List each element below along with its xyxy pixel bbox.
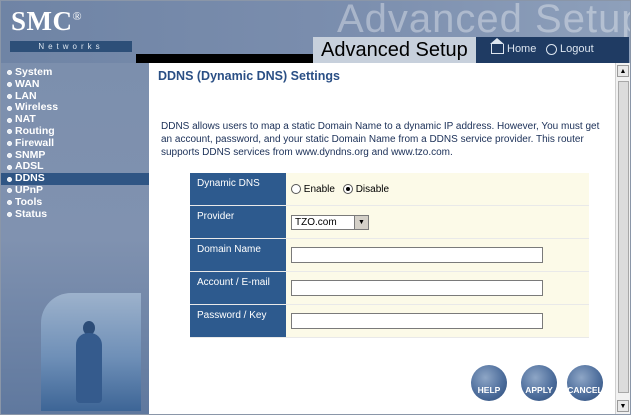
form-value: Enable Disable <box>286 173 589 205</box>
logout-label: Logout <box>560 43 594 55</box>
sidebar: System WAN LAN Wireless NAT Routing Fire… <box>1 63 149 414</box>
form-label: Account / E-mail <box>190 272 286 304</box>
domain-name-input[interactable] <box>291 247 543 263</box>
sidebar-item-label: Routing <box>15 124 55 137</box>
enable-option[interactable]: Enable <box>291 184 335 195</box>
form-row-domain: Domain Name <box>190 239 589 272</box>
disable-option[interactable]: Disable <box>342 183 390 195</box>
ddns-form: Dynamic DNS Enable Disable Provider TZO.… <box>190 173 589 338</box>
bullet-icon <box>7 152 12 158</box>
smc-logo: SMC® <box>11 6 82 37</box>
sidebar-item-routing[interactable]: Routing <box>1 124 149 138</box>
bullet-icon <box>7 176 12 182</box>
help-button[interactable]: HELP <box>471 365 507 401</box>
networks-label: Networks <box>10 41 132 52</box>
form-label: Provider <box>190 206 286 238</box>
scroll-thumb[interactable] <box>618 81 629 393</box>
logo-text: SMC <box>11 6 73 36</box>
sidebar-item-label: Tools <box>15 195 43 208</box>
logout-icon <box>546 43 557 55</box>
sidebar-item-label: UPnP <box>15 183 44 196</box>
chevron-down-icon[interactable]: ▼ <box>354 215 368 229</box>
bullet-icon <box>7 164 12 170</box>
form-value <box>286 272 589 304</box>
password-key-input[interactable] <box>291 313 543 329</box>
disable-label: Disable <box>355 183 390 195</box>
description-text: DDNS allows users to map a static Domain… <box>161 121 600 158</box>
dynamic-dns-radio-group: Enable Disable <box>291 184 389 195</box>
vertical-scrollbar[interactable]: ▲ ▼ <box>615 63 630 414</box>
browser-frame: SMC® Networks Advanced Setup Advanced Se… <box>0 0 631 415</box>
form-label: Domain Name <box>190 239 286 271</box>
sidebar-item-tools[interactable]: Tools <box>1 195 149 209</box>
home-label: Home <box>507 43 537 55</box>
photo-figure <box>76 333 102 403</box>
form-row-provider: Provider TZO.com ▼ <box>190 206 589 239</box>
enable-label: Enable <box>303 183 335 195</box>
header-divider <box>136 54 319 63</box>
header: SMC® Networks Advanced Setup Advanced Se… <box>1 1 630 63</box>
form-row-dynamic-dns: Dynamic DNS Enable Disable <box>190 173 589 206</box>
sidebar-item-firewall[interactable]: Firewall <box>1 136 149 150</box>
disable-radio[interactable] <box>342 183 353 194</box>
home-icon <box>490 38 504 54</box>
sidebar-item-label: Firewall <box>15 136 55 149</box>
page-header-title: Advanced Setup <box>313 37 476 63</box>
header-ghost-text: Advanced Setup <box>337 1 630 41</box>
scroll-up-icon[interactable]: ▲ <box>617 65 629 77</box>
form-label: Dynamic DNS <box>190 173 286 205</box>
bullet-icon <box>7 105 12 111</box>
logout-link[interactable]: Logout <box>546 43 594 55</box>
sidebar-item-wan[interactable]: WAN <box>1 77 149 91</box>
bullet-icon <box>7 93 12 99</box>
bullet-icon <box>7 129 12 135</box>
page-title: DDNS (Dynamic DNS) Settings <box>158 69 340 83</box>
provider-value: TZO.com <box>295 216 337 228</box>
bullet-icon <box>7 117 12 123</box>
bullet-icon <box>7 200 12 206</box>
form-label: Password / Key <box>190 305 286 337</box>
form-row-account: Account / E-mail <box>190 272 589 305</box>
logo-mark: ® <box>72 9 83 23</box>
scroll-down-icon[interactable]: ▼ <box>617 400 629 412</box>
main-content: DDNS (Dynamic DNS) Settings DDNS allows … <box>149 63 615 414</box>
apply-button[interactable]: APPLY <box>521 365 557 401</box>
bullet-icon <box>7 70 12 76</box>
bullet-icon <box>7 141 12 147</box>
form-value <box>286 305 589 337</box>
account-email-input[interactable] <box>291 280 543 296</box>
sidebar-nav: System WAN LAN Wireless NAT Routing Fire… <box>1 66 149 221</box>
sidebar-item-upnp[interactable]: UPnP <box>1 183 149 197</box>
enable-radio[interactable] <box>291 183 301 194</box>
home-link[interactable]: Home <box>490 38 537 55</box>
bullet-icon <box>7 211 12 217</box>
cancel-button[interactable]: CANCEL <box>567 365 603 401</box>
form-row-password: Password / Key <box>190 305 589 338</box>
form-value: TZO.com ▼ <box>286 206 589 238</box>
bullet-icon <box>7 188 12 194</box>
sidebar-item-status[interactable]: Status <box>1 207 149 221</box>
sidebar-item-label: Status <box>15 207 48 220</box>
form-value <box>286 239 589 271</box>
sidebar-item-label: WAN <box>15 77 40 90</box>
provider-select[interactable]: TZO.com ▼ <box>291 214 369 230</box>
bullet-icon <box>7 82 12 88</box>
